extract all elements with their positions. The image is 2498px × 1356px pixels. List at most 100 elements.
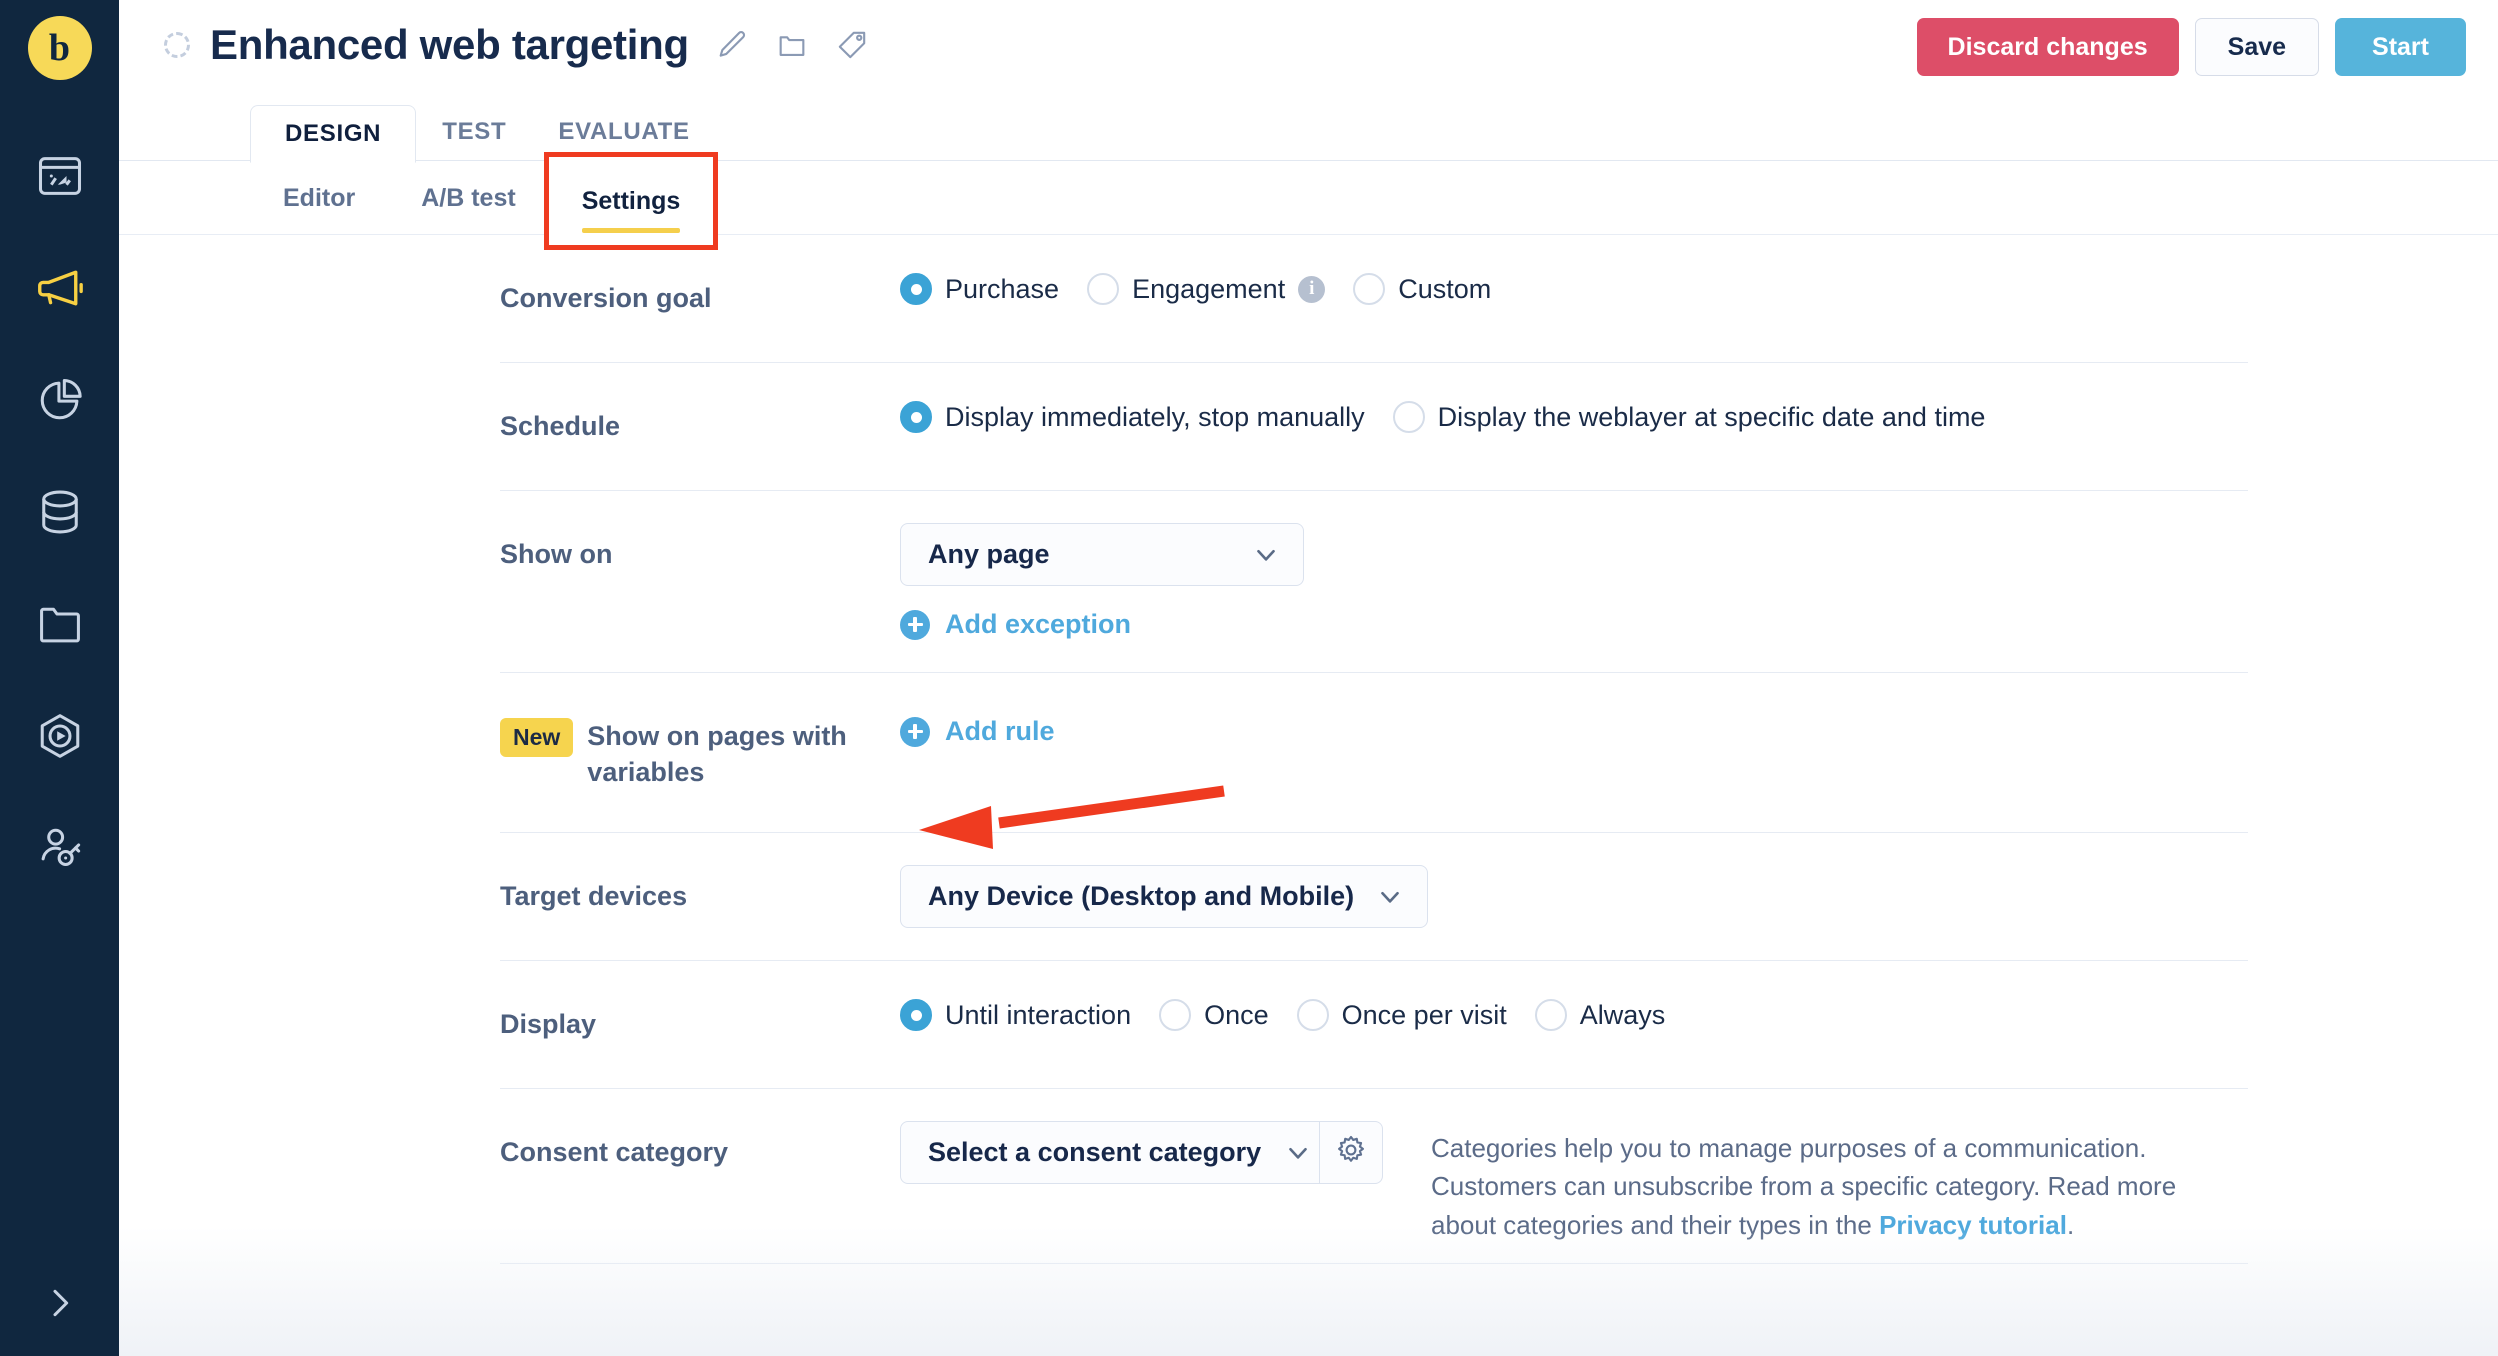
sidebar-item-automation[interactable]	[0, 680, 119, 792]
sidebar-item-analytics[interactable]	[0, 344, 119, 456]
add-rule-label: Add rule	[945, 716, 1055, 746]
chevron-down-icon	[1283, 1138, 1313, 1168]
consent-select-value: Select a consent category	[928, 1137, 1262, 1167]
add-exception-label: Add exception	[945, 609, 1132, 639]
sidebar-item-library[interactable]	[0, 568, 119, 680]
target-devices-select[interactable]: Any Device (Desktop and Mobile)	[900, 865, 1428, 928]
target-devices-label: Target devices	[500, 881, 688, 911]
start-button[interactable]: Start	[2335, 18, 2466, 76]
app-logo[interactable]: b	[27, 16, 92, 80]
radio-once-indicator[interactable]	[1159, 999, 1192, 1031]
radio-engagement-indicator[interactable]	[1087, 273, 1120, 305]
radio-purchase-indicator[interactable]	[900, 273, 932, 305]
radio-once-per-visit[interactable]: Once per visit	[1296, 999, 1507, 1031]
tab-test[interactable]: TEST	[416, 103, 532, 161]
add-rule-link[interactable]: Add rule	[900, 716, 1055, 747]
radio-always[interactable]: Always	[1534, 999, 1665, 1031]
show-on-select-value: Any page	[928, 539, 1050, 569]
save-button[interactable]: Save	[2194, 18, 2320, 76]
rail-item-list	[0, 120, 119, 904]
chevron-down-icon	[1375, 882, 1405, 912]
consent-row: Select a consent category Categories hel…	[900, 1121, 2248, 1244]
consent-settings-button[interactable]	[1320, 1121, 1383, 1184]
add-exception-link[interactable]: Add exception	[900, 609, 1131, 640]
row-display: Display Until interaction Once Once per …	[500, 961, 2248, 1089]
play-hexagon-icon	[34, 710, 86, 762]
radio-once[interactable]: Once	[1159, 999, 1269, 1031]
row-show-on-variables: New Show on pages with variables Add rul…	[500, 673, 2248, 833]
tab-settings[interactable]: Settings	[543, 152, 719, 250]
radio-until-interaction-indicator[interactable]	[900, 999, 932, 1031]
radio-once-per-visit-indicator[interactable]	[1296, 999, 1329, 1031]
main-area: Enhanced web targeting Discard changes S…	[119, 0, 2498, 1356]
display-label: Display	[500, 1009, 597, 1039]
schedule-control: Display immediately, stop manually Displ…	[900, 401, 2248, 433]
show-on-label: Show on	[500, 539, 613, 569]
folder-icon[interactable]	[775, 28, 809, 62]
header-actions: Discard changes Save Start	[1916, 18, 2466, 76]
consent-category-control: Select a consent category Categories hel…	[900, 1121, 2248, 1244]
radio-display-specific-time-indicator[interactable]	[1392, 401, 1425, 433]
chevron-right-icon	[40, 1283, 80, 1328]
radio-until-interaction[interactable]: Until interaction	[900, 999, 1131, 1031]
tab-settings-label: Settings	[581, 186, 681, 215]
status-circle-icon	[164, 32, 190, 58]
tab-editor-label: Editor	[283, 183, 356, 212]
tab-ab-test[interactable]: A/B test	[388, 161, 548, 235]
sidebar-item-campaigns[interactable]	[0, 232, 119, 344]
radio-always-indicator[interactable]	[1534, 999, 1567, 1031]
row-consent-category: Consent category Select a consent catego…	[500, 1089, 2248, 1264]
megaphone-icon	[33, 261, 87, 315]
app-root: b Enhanced web targeting Discard changes…	[0, 0, 2498, 1356]
database-icon	[34, 486, 86, 538]
radio-display-immediately[interactable]: Display immediately, stop manually	[900, 401, 1365, 433]
title-icon-group	[715, 28, 869, 62]
show-on-select[interactable]: Any page	[900, 523, 1304, 586]
info-icon[interactable]: i	[1298, 275, 1326, 303]
tab-editor[interactable]: Editor	[250, 161, 388, 235]
display-radio-group: Until interaction Once Once per visit Al…	[900, 999, 2248, 1031]
sidebar-expand-button[interactable]	[0, 1283, 119, 1328]
target-devices-select-value: Any Device (Desktop and Mobile)	[928, 881, 1355, 911]
target-devices-control: Any Device (Desktop and Mobile)	[900, 865, 2248, 928]
page-header: Enhanced web targeting Discard changes S…	[119, 0, 2498, 103]
sidebar-item-data[interactable]	[0, 456, 119, 568]
radio-engagement[interactable]: Engagement i	[1087, 273, 1326, 305]
show-on-control: Any page Add exception	[900, 523, 2248, 640]
privacy-tutorial-link[interactable]: Privacy tutorial	[1879, 1210, 2067, 1240]
plus-circle-icon	[900, 716, 930, 747]
consent-category-select[interactable]: Select a consent category	[900, 1121, 1320, 1184]
consent-category-label: Consent category	[500, 1137, 729, 1167]
main-tab-bar: DESIGN TEST EVALUATE	[119, 103, 2498, 163]
sidebar-item-dashboard[interactable]	[0, 120, 119, 232]
settings-form: Conversion goal Purchase Engagement i Cu…	[119, 235, 2498, 1264]
consent-desc-after: .	[2066, 1209, 2075, 1240]
dashboard-icon	[34, 150, 86, 202]
radio-custom[interactable]: Custom	[1353, 273, 1491, 305]
radio-purchase[interactable]: Purchase	[900, 273, 1059, 305]
radio-display-immediately-indicator[interactable]	[900, 401, 932, 433]
row-target-devices: Target devices Any Device (Desktop and M…	[500, 833, 2248, 961]
row-show-on: Show on Any page Add exception	[500, 491, 2248, 673]
discard-changes-button[interactable]: Discard changes	[1916, 18, 2179, 76]
gear-icon	[1334, 1133, 1368, 1172]
left-nav-rail: b	[0, 0, 119, 1356]
conversion-goal-radio-group: Purchase Engagement i Custom	[900, 273, 2248, 305]
sidebar-item-audience[interactable]	[0, 792, 119, 904]
tab-active-underline	[581, 228, 681, 233]
radio-display-specific-time[interactable]: Display the weblayer at specific date an…	[1392, 401, 1985, 433]
tag-icon[interactable]	[835, 28, 869, 62]
radio-custom-indicator[interactable]	[1353, 273, 1386, 305]
tab-design[interactable]: DESIGN	[250, 104, 417, 163]
consent-description: Categories help you to manage purposes o…	[1431, 1127, 2248, 1244]
tab-evaluate[interactable]: EVALUATE	[532, 103, 715, 161]
schedule-label: Schedule	[500, 411, 621, 441]
show-on-variables-text: Show on pages with variables	[587, 721, 847, 788]
page-title: Enhanced web targeting	[210, 21, 689, 68]
row-conversion-goal: Conversion goal Purchase Engagement i Cu…	[500, 235, 2248, 363]
sub-tab-bar: Editor A/B test Settings	[119, 152, 2498, 250]
edit-pencil-icon[interactable]	[715, 28, 749, 62]
user-key-icon	[34, 822, 86, 874]
show-on-variables-label: New Show on pages with variables	[500, 711, 900, 791]
consent-select-wrap: Select a consent category	[900, 1121, 1383, 1184]
